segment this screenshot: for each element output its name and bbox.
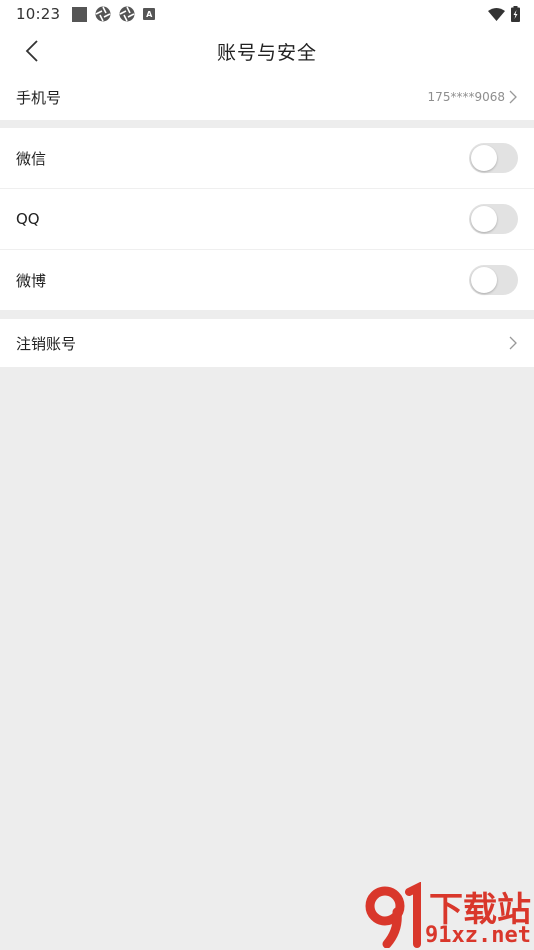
weibo-toggle[interactable] xyxy=(469,265,518,295)
watermark: 下载站 91xz.net xyxy=(359,880,534,950)
status-time: 10:23 xyxy=(16,5,61,23)
wechat-toggle[interactable] xyxy=(469,143,518,173)
deactivate-account-row[interactable]: 注销账号 xyxy=(0,319,534,367)
watermark-line2: 91xz.net xyxy=(425,923,531,948)
toggle-knob xyxy=(471,206,497,232)
toggle-knob xyxy=(471,145,497,171)
binding-row-weibo: 微博 xyxy=(0,250,534,310)
toggle-knob xyxy=(471,267,497,293)
binding-row-wechat: 微信 xyxy=(0,128,534,188)
status-right-icons xyxy=(488,6,520,22)
chevron-left-icon xyxy=(25,40,38,62)
chevron-right-icon xyxy=(509,90,517,104)
wechat-label: 微信 xyxy=(16,149,47,168)
binding-row-qq: QQ xyxy=(0,189,534,249)
weibo-label: 微博 xyxy=(16,271,47,290)
watermark-logo-icon xyxy=(365,882,421,948)
page-title: 账号与安全 xyxy=(216,41,317,64)
qq-toggle[interactable] xyxy=(469,204,518,234)
status-bar: 10:23 A xyxy=(0,0,534,28)
deactivate-label: 注销账号 xyxy=(16,334,77,353)
aperture-icon xyxy=(119,6,135,22)
a-badge-icon: A xyxy=(143,8,156,20)
qq-label: QQ xyxy=(16,210,40,228)
aperture-icon xyxy=(95,6,111,22)
battery-charging-icon xyxy=(511,6,520,22)
chevron-right-icon xyxy=(509,336,517,350)
phone-value-group: 175****9068 xyxy=(428,90,518,104)
phone-label: 手机号 xyxy=(16,88,62,107)
deactivate-chevron xyxy=(508,336,518,350)
phone-value: 175****9068 xyxy=(427,90,505,104)
app-header: 账号与安全 xyxy=(0,28,534,74)
wifi-icon xyxy=(488,7,505,21)
square-icon xyxy=(72,6,88,22)
notification-icons: A xyxy=(72,6,156,22)
phone-row[interactable]: 手机号 175****9068 xyxy=(0,74,534,120)
back-button[interactable] xyxy=(18,37,46,65)
